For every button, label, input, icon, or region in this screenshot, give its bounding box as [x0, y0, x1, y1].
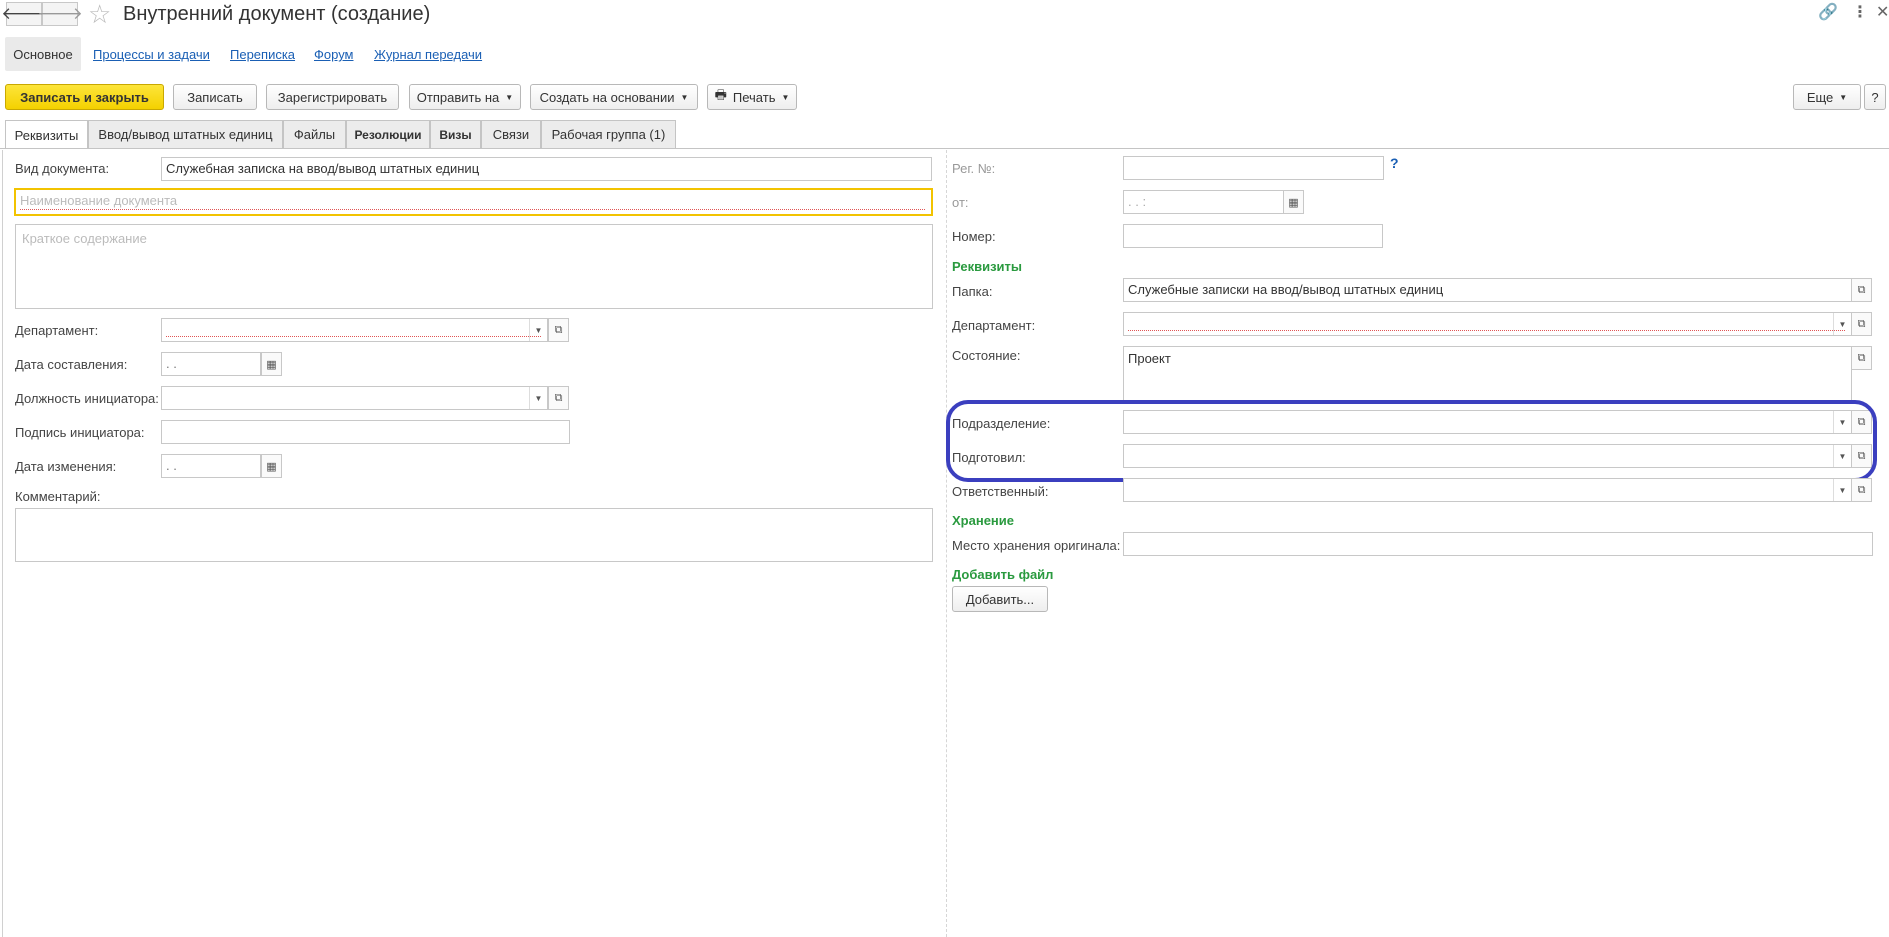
- from-label: от:: [952, 195, 969, 210]
- close-icon[interactable]: ✕: [1876, 2, 1889, 22]
- dropdown-caret-icon: ▼: [505, 92, 514, 102]
- tab-divider: [0, 148, 1889, 149]
- doc-type-field[interactable]: Служебная записка на ввод/вывод штатных …: [161, 157, 932, 181]
- folder-label: Папка:: [952, 284, 993, 299]
- comment-textarea[interactable]: [15, 508, 933, 562]
- tab-visas[interactable]: Визы: [430, 120, 481, 148]
- section-link-transfer-log[interactable]: Журнал передачи: [374, 47, 482, 62]
- reg-no-field[interactable]: [1123, 156, 1384, 180]
- right-department-label: Департамент:: [952, 318, 1036, 333]
- print-button[interactable]: 🖶 Печать ▼: [707, 84, 797, 110]
- number-label: Номер:: [952, 229, 996, 244]
- doc-type-label: Вид документа:: [15, 161, 110, 176]
- section-link-forum[interactable]: Форум: [314, 47, 354, 62]
- add-file-header: Добавить файл: [952, 567, 1054, 582]
- tab-requisites[interactable]: Реквизиты: [5, 120, 88, 149]
- department-label: Департамент:: [15, 323, 99, 338]
- send-to-button[interactable]: Отправить на ▼: [409, 84, 521, 110]
- arrow-right-icon: 🡒: [37, 4, 83, 23]
- tab-resolutions[interactable]: Резолюции: [346, 120, 430, 148]
- window-title: Внутренний документ (создание): [123, 3, 431, 25]
- initiator-signature-label: Подпись инициатора:: [15, 425, 145, 440]
- open-state-icon[interactable]: ⧉: [1851, 346, 1872, 370]
- printer-icon: 🖶: [714, 87, 727, 102]
- calendar-icon[interactable]: ▦: [261, 454, 282, 478]
- dropdown-caret-icon[interactable]: ▼: [1833, 313, 1851, 335]
- tab-files[interactable]: Файлы: [283, 120, 346, 148]
- open-folder-icon[interactable]: ⧉: [1851, 278, 1872, 302]
- open-department-icon[interactable]: ⧉: [548, 318, 569, 342]
- create-based-button[interactable]: Создать на основании ▼: [530, 84, 698, 110]
- section-link-processes[interactable]: Процессы и задачи: [93, 47, 210, 62]
- more-vertical-icon[interactable]: ⋮: [1852, 2, 1868, 22]
- help-icon[interactable]: ?: [1390, 155, 1399, 171]
- requisites-header: Реквизиты: [952, 259, 1022, 274]
- dropdown-caret-icon: ▼: [781, 92, 790, 102]
- date-created-field[interactable]: . .: [161, 352, 261, 376]
- doc-name-input[interactable]: Наименование документа: [14, 188, 933, 216]
- tab-work-group[interactable]: Рабочая группа (1): [541, 120, 676, 148]
- original-location-label: Место хранения оригинала:: [952, 538, 1121, 553]
- folder-field[interactable]: Служебные записки на ввод/вывод штатных …: [1123, 278, 1852, 302]
- column-divider: [946, 150, 947, 937]
- left-border: [2, 150, 3, 937]
- calendar-icon[interactable]: ▦: [1283, 190, 1304, 214]
- summary-textarea[interactable]: Краткое содержание: [15, 224, 933, 309]
- date-changed-label: Дата изменения:: [15, 459, 117, 474]
- initiator-position-label: Должность инициатора:: [15, 391, 159, 406]
- comment-label: Комментарий:: [15, 489, 101, 504]
- dropdown-caret-icon: ▼: [1839, 92, 1848, 102]
- from-date-field[interactable]: . . :: [1123, 190, 1285, 214]
- state-field[interactable]: Проект: [1123, 346, 1852, 401]
- storage-header: Хранение: [952, 513, 1014, 528]
- link-icon[interactable]: 🔗: [1818, 2, 1838, 22]
- initiator-position-field[interactable]: ▼: [161, 386, 548, 410]
- dropdown-caret-icon[interactable]: ▼: [529, 387, 547, 409]
- section-link-correspondence[interactable]: Переписка: [230, 47, 295, 62]
- help-button[interactable]: ?: [1864, 84, 1886, 110]
- open-right-department-icon[interactable]: ⧉: [1851, 312, 1872, 336]
- state-label: Состояние:: [952, 348, 1021, 363]
- right-department-field[interactable]: ▼: [1123, 312, 1852, 336]
- responsible-label: Ответственный:: [952, 484, 1049, 499]
- open-responsible-icon[interactable]: ⧉: [1851, 478, 1872, 502]
- reg-no-label: Рег. №:: [952, 161, 996, 176]
- more-button[interactable]: Еще ▼: [1793, 84, 1861, 110]
- forward-button[interactable]: 🡒: [37, 2, 83, 26]
- save-close-button[interactable]: Записать и закрыть: [5, 84, 164, 110]
- department-field[interactable]: ▼: [161, 318, 548, 342]
- dropdown-caret-icon: ▼: [680, 92, 689, 102]
- tab-links[interactable]: Связи: [481, 120, 541, 148]
- calendar-icon[interactable]: ▦: [261, 352, 282, 376]
- number-field[interactable]: [1123, 224, 1383, 248]
- dropdown-caret-icon[interactable]: ▼: [1833, 479, 1851, 501]
- section-main[interactable]: Основное: [5, 37, 81, 71]
- dropdown-caret-icon[interactable]: ▼: [529, 319, 547, 341]
- highlight-annotation: [946, 400, 1877, 482]
- date-changed-field[interactable]: . .: [161, 454, 261, 478]
- save-button[interactable]: Записать: [173, 84, 257, 110]
- date-created-label: Дата составления:: [15, 357, 128, 372]
- favorite-star-icon[interactable]: ☆: [88, 0, 111, 28]
- tab-staff-units[interactable]: Ввод/вывод штатных единиц: [88, 120, 283, 148]
- open-position-icon[interactable]: ⧉: [548, 386, 569, 410]
- responsible-field[interactable]: ▼: [1123, 478, 1852, 502]
- register-button[interactable]: Зарегистрировать: [266, 84, 399, 110]
- original-location-field[interactable]: [1123, 532, 1873, 556]
- initiator-signature-field[interactable]: [161, 420, 570, 444]
- add-file-button[interactable]: Добавить...: [952, 586, 1048, 612]
